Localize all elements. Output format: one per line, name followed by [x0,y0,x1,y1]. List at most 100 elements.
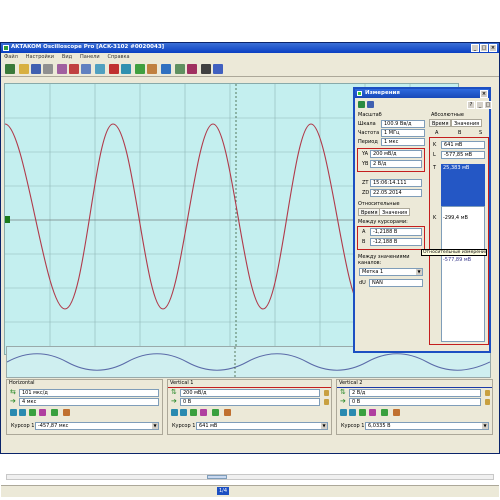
save-waveform-icon[interactable] [201,64,211,74]
h-tool-6-icon[interactable] [63,409,70,416]
toolbar [1,62,499,77]
h-tool-5-icon[interactable] [51,409,58,416]
v1-lock2-icon[interactable] [324,399,329,405]
menu-file[interactable]: Файл [1,53,21,61]
k2-label: K [433,215,437,221]
scale-field[interactable]: 100.9 Вв/д [381,120,425,128]
horizontal-cursor-field[interactable]: -457,87 мкс ▼ [35,422,159,430]
k-field[interactable]: 641 мВ [441,141,485,149]
stop-icon[interactable] [109,64,119,74]
horizontal-header: Horizontal [9,380,35,386]
analyzer-icon[interactable] [187,64,197,74]
panel-close-button[interactable]: × [480,89,488,98]
freq-label: Частота [358,130,380,136]
chevron-down-icon[interactable]: ▼ [152,423,158,429]
abs-tab-time[interactable]: Время [429,119,452,127]
v2-lock2-icon[interactable] [485,399,490,405]
v1-tool-2-icon[interactable] [180,409,187,416]
timebase-field[interactable]: 101 мкс/д [19,389,159,397]
vertical1-header: Vertical 1 [168,380,331,388]
channel-select[interactable]: Метка 1 ▼ [359,268,423,276]
v2-tool-6-icon[interactable] [393,409,400,416]
zd-field[interactable]: 22.05.2014 [370,189,422,197]
v1-tool-3-icon[interactable] [190,409,197,416]
v2-lock-icon[interactable] [485,390,490,396]
scale-header: Масштаб [358,112,382,118]
panel-max-button[interactable]: □ [484,101,492,109]
app-icon [3,44,9,51]
h-tool-3-icon[interactable] [29,409,36,416]
v2-tool-1-icon[interactable] [340,409,347,416]
copy-icon[interactable] [57,64,67,74]
vertical1-cursor-field[interactable]: 641 мВ ▼ [196,422,328,430]
horizontal-cursor-value: -457,87 мкс [38,423,69,429]
measure-icon[interactable] [135,64,145,74]
panel-min-button[interactable]: _ [476,101,484,109]
maximize-button[interactable]: □ [480,44,488,52]
close-button[interactable]: × [489,44,497,52]
abs-tab-values[interactable]: Значения [451,119,483,127]
panel-tool-1-icon[interactable] [358,101,365,108]
zt-field[interactable]: 15:06:14.111 [370,179,422,187]
generator-icon[interactable] [95,64,105,74]
options-icon[interactable] [81,64,91,74]
scroll-thumb[interactable] [207,475,227,479]
vertical2-offset-field[interactable]: 0 В [349,398,481,406]
open-icon[interactable] [19,64,29,74]
vertical1-offset-field[interactable]: 0 В [180,398,320,406]
fft-icon[interactable] [175,64,185,74]
v1-tool-5-icon[interactable] [212,409,219,416]
chevron-down-icon[interactable]: ▼ [321,423,327,429]
export-icon[interactable] [69,64,79,74]
horizontal-offset-field[interactable]: 4 мкс [19,398,159,406]
ya-field[interactable]: 200 мВ/д [370,150,422,158]
v2-tool-4-icon[interactable] [369,409,376,416]
minimize-button[interactable]: _ [471,44,479,52]
freq-field[interactable]: 1 МГц [381,129,425,137]
rel-tab-time[interactable]: Время [358,208,381,216]
chevron-down-icon[interactable]: ▼ [416,269,422,275]
panel-help-button[interactable]: ? [467,101,475,109]
v2-tool-2-icon[interactable] [349,409,356,416]
du-field[interactable]: NAN [369,279,423,287]
help-icon[interactable] [213,64,223,74]
l-field[interactable]: -577,85 мВ [441,151,485,159]
panel-tool-2-icon[interactable] [367,101,374,108]
v2-tool-3-icon[interactable] [359,409,366,416]
menu-panels[interactable]: Панели [77,53,103,61]
vertical2-scale-field[interactable]: 2 В/д [349,389,481,397]
a-field[interactable]: -1,2188 В [370,228,422,236]
menu-help[interactable]: Справка [105,53,133,61]
overview-trace [6,353,491,371]
rel-tab-values[interactable]: Значения [379,208,411,216]
menu-view[interactable]: Вид [59,53,75,61]
v2-scale-icon: ⇅ [340,388,346,396]
k-label: K [433,142,437,148]
connect-icon[interactable] [5,64,15,74]
horizontal-scrollbar[interactable] [6,474,494,480]
values-list[interactable] [441,206,485,342]
v1-tool-1-icon[interactable] [171,409,178,416]
h-tool-1-icon[interactable] [10,409,17,416]
v2-tool-5-icon[interactable] [381,409,388,416]
vertical1-scale-field[interactable]: 200 мВ/д [180,389,320,397]
b-field[interactable]: -12,188 В [370,238,422,246]
chevron-down-icon[interactable]: ▼ [482,423,488,429]
v1-lock-icon[interactable] [324,390,329,396]
h-tool-4-icon[interactable] [39,409,46,416]
math-icon[interactable] [161,64,171,74]
v1-tool-6-icon[interactable] [224,409,231,416]
menu-settings[interactable]: Настройки [23,53,57,61]
print-icon[interactable] [43,64,53,74]
zoom-icon[interactable] [147,64,157,74]
cursor-icon[interactable] [121,64,131,74]
save-icon[interactable] [31,64,41,74]
vertical2-cursor-field[interactable]: 6,0335 В ▼ [365,422,489,430]
yb-field[interactable]: 2 В/д [370,160,422,168]
h-tool-2-icon[interactable] [19,409,26,416]
period-label: Период [358,139,378,145]
a-label: A [362,229,366,235]
period-field[interactable]: 1 мкс [381,138,425,146]
v1-tool-4-icon[interactable] [200,409,207,416]
t-value-selected[interactable]: 25,383 мВ [441,164,485,206]
